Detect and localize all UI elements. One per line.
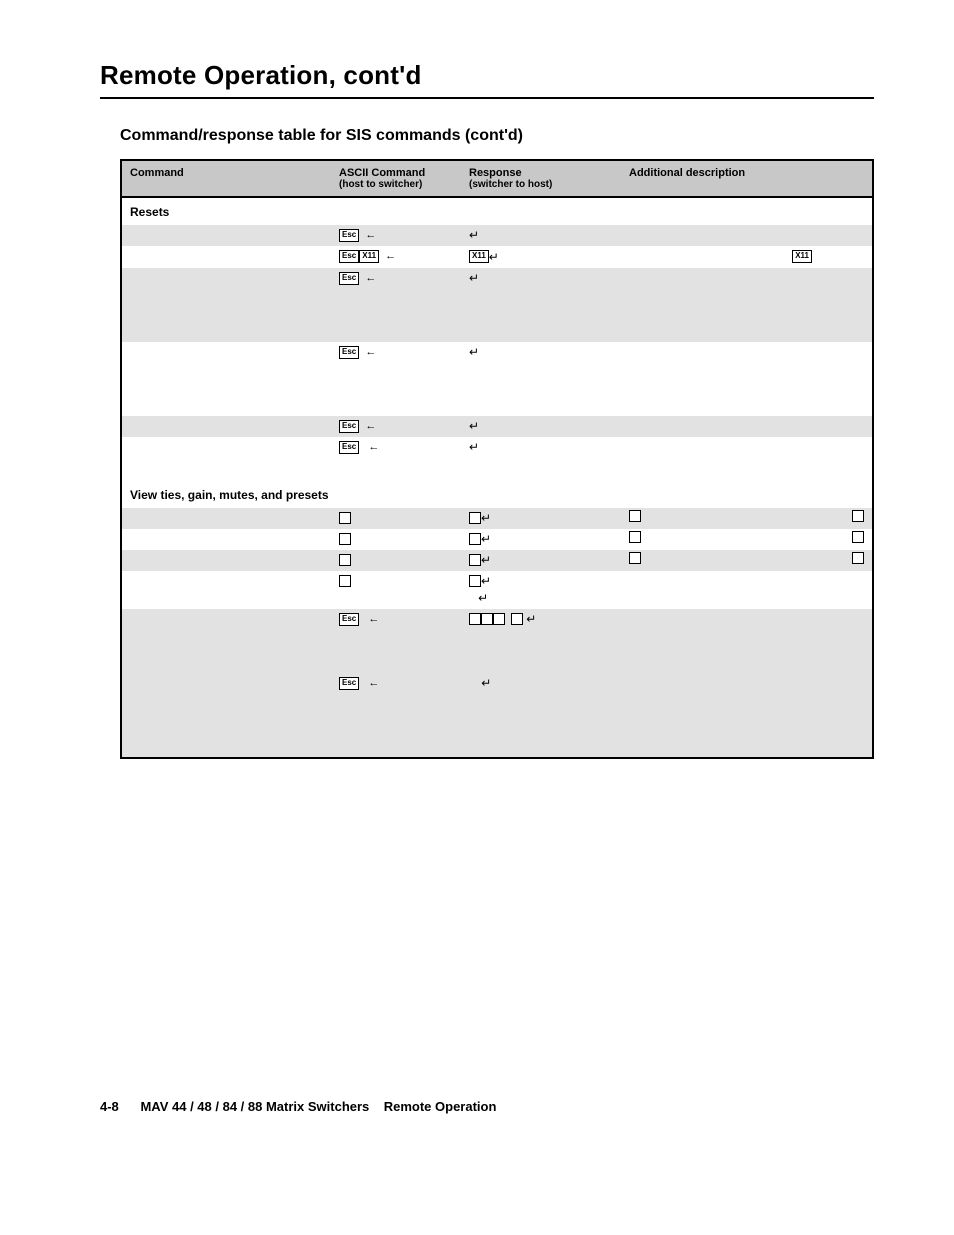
esc-key-icon: Esc	[339, 250, 359, 263]
table-row: Esc ← ↵	[121, 437, 873, 481]
command-table-container: Command ASCII Command (host to switcher)…	[120, 159, 874, 759]
table-row: Esc ← ↵	[121, 225, 873, 246]
placeholder-box-icon	[629, 552, 641, 564]
command-table: Command ASCII Command (host to switcher)…	[120, 159, 874, 759]
table-row: Esc ← ↵	[121, 268, 873, 342]
left-arrow-icon: ←	[368, 675, 379, 692]
enter-icon: ↵	[469, 420, 479, 432]
left-arrow-icon: ←	[368, 611, 379, 628]
enter-icon: ↵	[481, 677, 491, 689]
esc-key-icon: Esc	[339, 229, 359, 242]
placeholder-box-icon	[629, 531, 641, 543]
esc-key-icon: Esc	[339, 677, 359, 690]
table-row: EscX11 ← X11↵ X11	[121, 246, 873, 267]
x11-key-icon: X11	[469, 250, 489, 263]
header-command: Command	[121, 160, 331, 197]
placeholder-box-icon	[852, 552, 864, 564]
enter-icon: ↵	[481, 575, 491, 587]
x11-key-icon: X11	[359, 250, 379, 263]
table-caption: Command/response table for SIS commands …	[120, 127, 874, 145]
placeholder-box-icon	[339, 533, 351, 545]
table-row: Esc ← ↵	[121, 673, 873, 758]
enter-icon: ↵	[489, 251, 499, 263]
left-arrow-icon: ←	[385, 248, 396, 265]
placeholder-box-icon	[339, 554, 351, 566]
section-header: Resets	[121, 197, 873, 225]
title-rule	[100, 97, 874, 99]
footer-section: Remote Operation	[384, 1099, 497, 1114]
placeholder-box-icon	[481, 613, 493, 625]
enter-icon: ↵	[469, 441, 479, 453]
placeholder-box-icon	[339, 575, 351, 587]
header-desc: Additional description	[621, 160, 873, 197]
enter-icon: ↵	[478, 592, 488, 604]
page-number: 4-8	[100, 1099, 119, 1114]
placeholder-box-icon	[469, 554, 481, 566]
placeholder-box-icon	[629, 510, 641, 522]
enter-icon: ↵	[481, 554, 491, 566]
placeholder-box-icon	[469, 613, 481, 625]
esc-key-icon: Esc	[339, 420, 359, 433]
esc-key-icon: Esc	[339, 613, 359, 626]
header-ascii: ASCII Command (host to switcher)	[331, 160, 461, 197]
placeholder-box-icon	[469, 533, 481, 545]
left-arrow-icon: ←	[365, 418, 376, 435]
placeholder-box-icon	[852, 510, 864, 522]
placeholder-box-icon	[469, 575, 481, 587]
page-title: Remote Operation, cont'd	[100, 60, 874, 91]
placeholder-box-icon	[469, 512, 481, 524]
table-row: Esc ← ↵	[121, 342, 873, 416]
esc-key-icon: Esc	[339, 441, 359, 454]
enter-icon: ↵	[469, 346, 479, 358]
enter-icon: ↵	[481, 533, 491, 545]
left-arrow-icon: ←	[365, 227, 376, 244]
document-page: Remote Operation, cont'd Command/respons…	[0, 0, 954, 1154]
table-row: ↵	[121, 550, 873, 571]
esc-key-icon: Esc	[339, 272, 359, 285]
placeholder-box-icon	[511, 613, 523, 625]
placeholder-box-icon	[493, 613, 505, 625]
placeholder-box-icon	[339, 512, 351, 524]
x11-key-icon: X11	[792, 250, 812, 263]
enter-icon: ↵	[526, 613, 536, 625]
table-header-row: Command ASCII Command (host to switcher)…	[121, 160, 873, 197]
esc-key-icon: Esc	[339, 346, 359, 359]
table-row: ↵	[121, 508, 873, 529]
table-row: ↵ ↵	[121, 571, 873, 609]
enter-icon: ↵	[469, 229, 479, 241]
table-row: Esc ← ↵	[121, 416, 873, 437]
left-arrow-icon: ←	[365, 270, 376, 287]
enter-icon: ↵	[481, 512, 491, 524]
header-response: Response (switcher to host)	[461, 160, 621, 197]
enter-icon: ↵	[469, 272, 479, 284]
page-footer: 4-8 MAV 44 / 48 / 84 / 88 Matrix Switche…	[100, 1099, 874, 1114]
section-header: View ties, gain, mutes, and presets	[121, 481, 873, 508]
footer-product: MAV 44 / 48 / 84 / 88 Matrix Switchers	[140, 1099, 369, 1114]
left-arrow-icon: ←	[368, 439, 379, 456]
placeholder-box-icon	[852, 531, 864, 543]
table-row: ↵	[121, 529, 873, 550]
table-row: Esc ← ↵	[121, 609, 873, 673]
left-arrow-icon: ←	[365, 344, 376, 361]
